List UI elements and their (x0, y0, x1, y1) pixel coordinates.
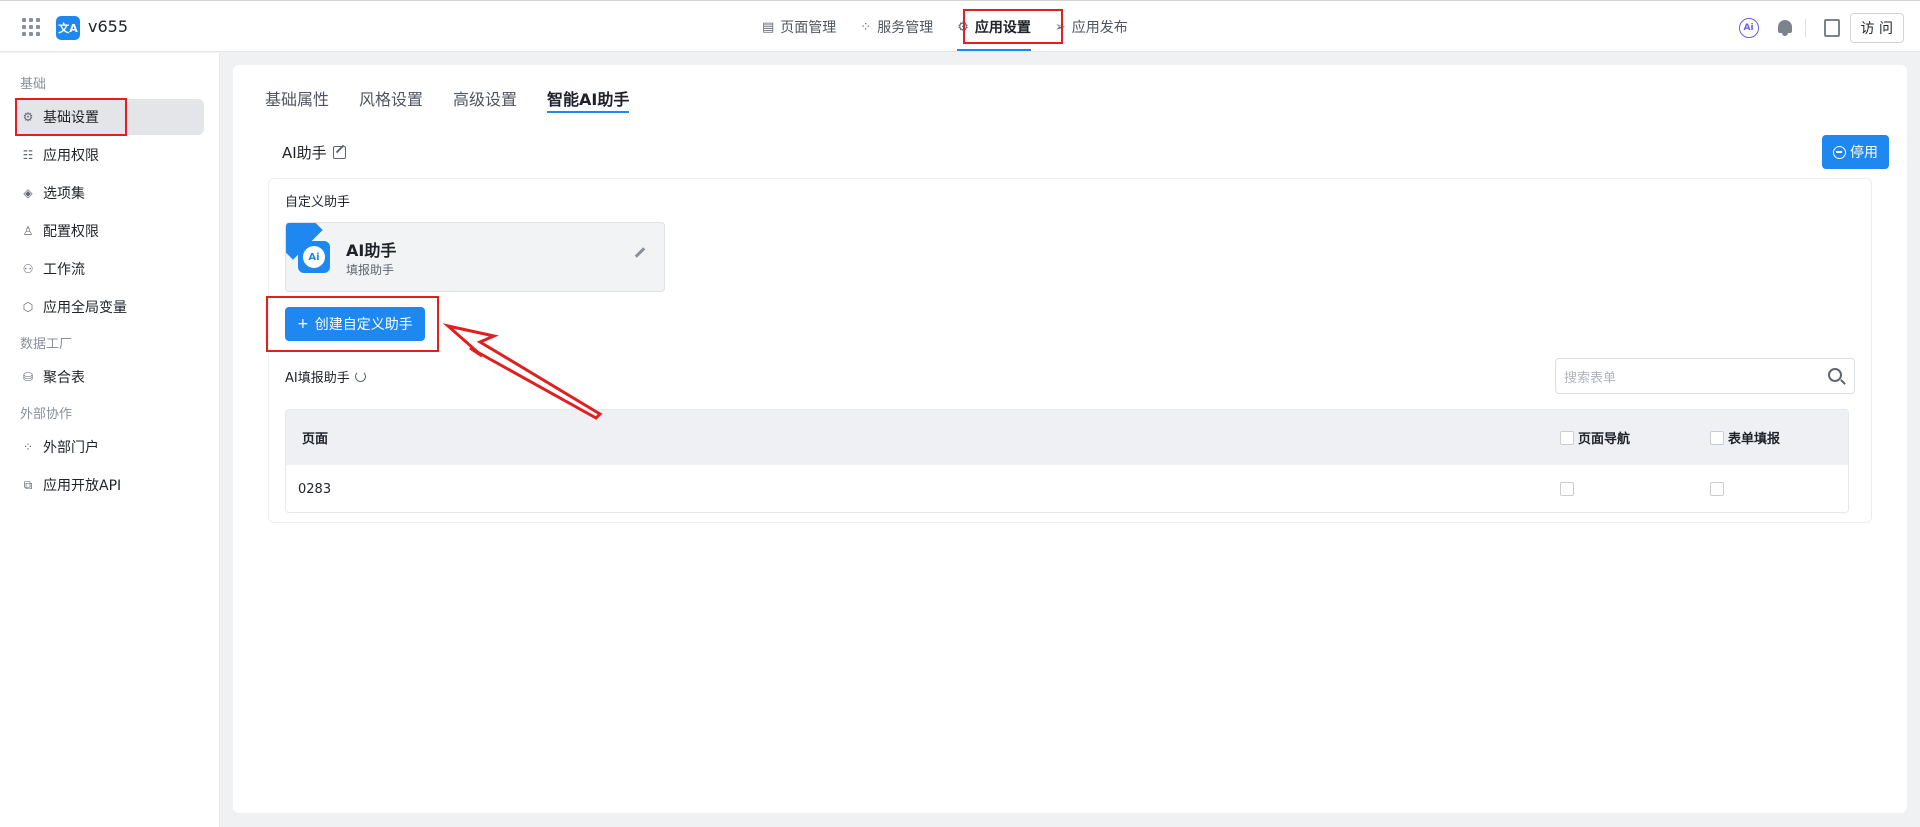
sidebar-item-external-portal[interactable]: ⁘ 外部门户 (15, 429, 204, 465)
sidebar-item-open-api[interactable]: ⧉ 应用开放API (15, 467, 204, 503)
sidebar-item-label: 外部门户 (43, 440, 99, 456)
tab-ai-assistant[interactable]: 智能AI助手 (547, 83, 630, 113)
table-header: 页面 页面导航 表单填报 (286, 410, 1848, 465)
apps-icon: ⁘ (860, 19, 872, 35)
list-icon: ☷ (22, 148, 34, 162)
nav-service-management[interactable]: ⁘ 服务管理 (848, 1, 945, 53)
sidebar-item-global-variables[interactable]: ⬡ 应用全局变量 (15, 289, 204, 325)
sidebar-group-title: 基础 (20, 76, 47, 92)
nav-page-management[interactable]: ▤ 页面管理 (750, 1, 848, 53)
settings-tabs: 基础属性 风格设置 高级设置 智能AI助手 (265, 83, 630, 113)
app-grid-icon[interactable] (22, 18, 40, 36)
fill-assistant-title: AI填报助手 (285, 367, 366, 386)
highlight-box-app-settings (963, 9, 1063, 44)
page-nav-checkbox[interactable] (1560, 482, 1574, 496)
flow-icon: ⚇ (22, 262, 34, 276)
main-panel: 基础属性 风格设置 高级设置 智能AI助手 AI助手 停用 自定义助手 Ai A… (233, 65, 1907, 813)
card-logo-text: Ai (303, 246, 325, 268)
sidebar-item-label: 应用开放API (43, 478, 122, 494)
top-right-actions: Ai 访 问 (1738, 13, 1904, 43)
sidebar: 基础 ⚙ 基础设置 ☷ 应用权限 ◈ 选项集 ♙ 配置权限 ⚇ 工作流 ⬡ 应用… (0, 53, 220, 827)
visit-button[interactable]: 访 问 (1849, 13, 1904, 43)
assistant-description: 填报助手 (346, 263, 395, 277)
fill-assistant-title-text: AI填报助手 (285, 371, 350, 386)
hex-icon: ⬡ (22, 300, 34, 314)
api-icon: ⧉ (23, 477, 33, 492)
header-page: 页面 (302, 410, 328, 465)
divider (1804, 19, 1806, 37)
table-row: 0283 (286, 465, 1848, 512)
custom-assistant-label: 自定义助手 (285, 195, 351, 210)
nav-label: 服务管理 (877, 20, 934, 36)
minus-circle-icon (1833, 145, 1846, 159)
header-page-label: 页面 (302, 432, 329, 447)
search-input[interactable]: 搜索表单 (1555, 358, 1855, 394)
sidebar-item-label: 聚合表 (43, 370, 85, 386)
section-title-text: AI助手 (282, 144, 327, 162)
row-page-cell: 0283 (298, 465, 332, 512)
assistant-name: AI助手 (346, 241, 397, 260)
header-page-nav-label: 页面导航 (1578, 432, 1631, 447)
top-nav: ▤ 页面管理 ⁘ 服务管理 ⚙ 应用设置 ➢ 应用发布 (750, 1, 1140, 53)
row-page-nav-cell (1560, 465, 1574, 512)
top-bar: 文A v655 ▤ 页面管理 ⁘ 服务管理 ⚙ 应用设置 ➢ 应用发布 Ai 访… (0, 0, 1920, 52)
assistant-card[interactable]: Ai AI助手 填报助手 (285, 222, 665, 292)
edit-icon[interactable] (332, 146, 346, 159)
row-form-fill-cell (1710, 465, 1724, 512)
nav-label: 页面管理 (780, 20, 837, 36)
ai-assistant-logo-icon: Ai (298, 241, 330, 273)
sidebar-item-label: 应用权限 (43, 148, 99, 164)
header-form-fill-label: 表单填报 (1728, 432, 1781, 447)
sidebar-item-label: 工作流 (43, 262, 85, 278)
disable-button[interactable]: 停用 (1822, 135, 1889, 169)
sidebar-item-aggregate-table[interactable]: ⛁ 聚合表 (15, 359, 204, 395)
search-icon[interactable] (1828, 368, 1842, 382)
bell-icon[interactable] (1777, 19, 1793, 37)
app-name: v655 (88, 17, 129, 36)
file-icon: ▤ (762, 19, 775, 35)
sidebar-item-label: 选项集 (43, 186, 85, 202)
search-placeholder: 搜索表单 (1564, 370, 1617, 386)
tab-advanced-settings[interactable]: 高级设置 (453, 83, 517, 113)
sidebar-item-config-permissions[interactable]: ♙ 配置权限 (15, 213, 204, 249)
tab-basic-properties[interactable]: 基础属性 (265, 83, 329, 113)
highlight-box-basic-settings (15, 98, 127, 136)
disable-button-label: 停用 (1850, 145, 1878, 161)
highlight-box-create-button (266, 296, 439, 352)
layers-icon: ◈ (23, 186, 33, 200)
app-logo: 文A (56, 16, 80, 40)
sidebar-group-title: 数据工厂 (20, 336, 73, 352)
sidebar-item-workflow[interactable]: ⚇ 工作流 (15, 251, 204, 287)
user-icon: ♙ (22, 224, 34, 238)
refresh-icon[interactable] (354, 371, 366, 382)
select-all-form-fill-checkbox[interactable] (1710, 430, 1724, 445)
tab-style-settings[interactable]: 风格设置 (359, 83, 423, 113)
form-fill-checkbox[interactable] (1710, 482, 1724, 496)
database-icon: ⛁ (22, 370, 34, 384)
header-page-nav: 页面导航 (1560, 410, 1630, 465)
section-title: AI助手 (282, 142, 346, 163)
sidebar-item-label: 应用全局变量 (43, 300, 127, 316)
form-table: 页面 页面导航 表单填报 0283 (285, 409, 1849, 513)
select-all-page-nav-checkbox[interactable] (1560, 430, 1574, 445)
sidebar-group-title: 外部协作 (20, 406, 73, 422)
document-settings-icon[interactable] (1823, 19, 1840, 37)
custom-assistant-area: 自定义助手 Ai AI助手 填报助手 + 创建自定义助手 AI填报助手 搜索表单 (268, 178, 1872, 523)
sidebar-item-label: 配置权限 (43, 224, 99, 240)
apps-icon: ⁘ (22, 440, 34, 454)
nav-label: 应用发布 (1071, 20, 1128, 36)
header-form-fill: 表单填报 (1710, 410, 1780, 465)
pencil-icon[interactable] (634, 247, 646, 258)
sidebar-item-app-permissions[interactable]: ☷ 应用权限 (15, 137, 204, 173)
row-page-value: 0283 (298, 481, 332, 497)
ai-assistant-icon[interactable]: Ai (1738, 18, 1759, 38)
sidebar-item-option-sets[interactable]: ◈ 选项集 (15, 175, 204, 211)
